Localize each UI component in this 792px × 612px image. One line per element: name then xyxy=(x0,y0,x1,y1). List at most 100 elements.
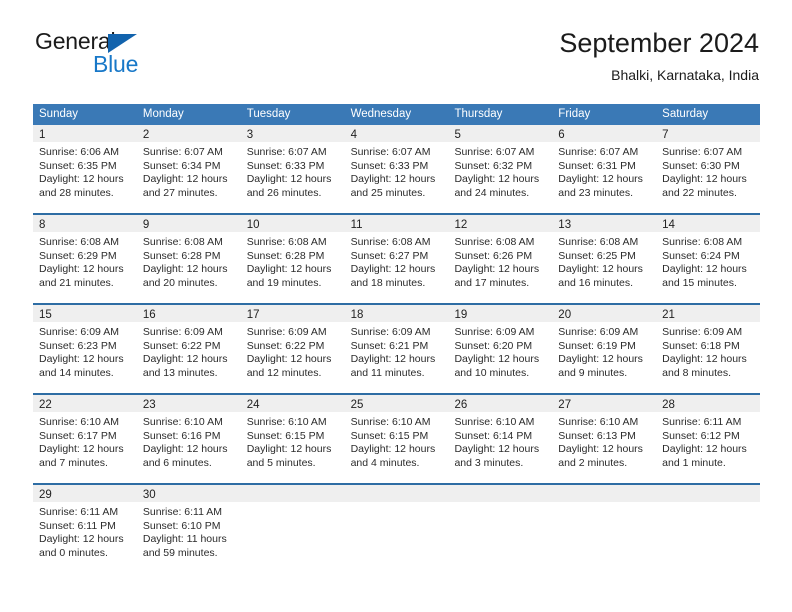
day-cell[interactable]: 5 Sunrise: 6:07 AM Sunset: 6:32 PM Dayli… xyxy=(448,125,553,213)
sunset-text: Sunset: 6:28 PM xyxy=(246,249,325,262)
day-number: 1 xyxy=(39,129,46,141)
day-cell[interactable]: 22 Sunrise: 6:10 AM Sunset: 6:17 PM Dayl… xyxy=(33,395,137,483)
day-details: Sunrise: 6:07 AM Sunset: 6:32 PM Dayligh… xyxy=(448,142,552,200)
day-cell[interactable]: 17 Sunrise: 6:09 AM Sunset: 6:22 PM Dayl… xyxy=(240,305,345,393)
day-number-strip xyxy=(344,485,449,502)
daylight-text-line2: and 5 minutes. xyxy=(246,456,316,469)
day-cell[interactable]: 21 Sunrise: 6:09 AM Sunset: 6:18 PM Dayl… xyxy=(656,305,761,393)
day-number: 9 xyxy=(142,219,150,231)
day-cell[interactable]: 27 Sunrise: 6:10 AM Sunset: 6:13 PM Dayl… xyxy=(552,395,657,483)
day-cell[interactable]: 12 Sunrise: 6:08 AM Sunset: 6:26 PM Dayl… xyxy=(448,215,553,303)
day-cell[interactable]: 14 Sunrise: 6:08 AM Sunset: 6:24 PM Dayl… xyxy=(656,215,761,303)
day-number-strip: 3 xyxy=(240,125,345,142)
day-details: Sunrise: 6:09 AM Sunset: 6:19 PM Dayligh… xyxy=(552,322,656,380)
daylight-text-line1: Daylight: 12 hours xyxy=(350,443,436,456)
day-cell[interactable]: 18 Sunrise: 6:09 AM Sunset: 6:21 PM Dayl… xyxy=(344,305,449,393)
sunrise-text: Sunrise: 6:09 AM xyxy=(454,326,535,338)
day-cell-empty xyxy=(448,485,553,571)
day-details: Sunrise: 6:09 AM Sunset: 6:20 PM Dayligh… xyxy=(448,322,552,380)
day-number: 2 xyxy=(142,129,150,141)
day-number-strip: 5 xyxy=(448,125,553,142)
daylight-text-line1: Daylight: 12 hours xyxy=(662,263,747,276)
day-number: 23 xyxy=(142,399,156,411)
daylight-text-line1: Daylight: 12 hours xyxy=(558,353,643,366)
day-cell[interactable]: 29 Sunrise: 6:11 AM Sunset: 6:11 PM Dayl… xyxy=(33,485,137,571)
day-number-strip: 11 xyxy=(344,215,449,232)
daylight-text-line1: Daylight: 12 hours xyxy=(558,443,643,456)
page-subtitle: Bhalki, Karnataka, India xyxy=(611,67,759,83)
sunset-text: Sunset: 6:27 PM xyxy=(350,249,429,262)
day-number-strip: 29 xyxy=(33,485,137,502)
daylight-text-line2: and 1 minute. xyxy=(662,456,726,469)
daylight-text-line2: and 2 minutes. xyxy=(558,456,628,469)
weekday-header-saturday: Saturday xyxy=(662,108,709,120)
general-blue-logo[interactable]: General Blue xyxy=(33,26,263,86)
day-cell[interactable]: 8 Sunrise: 6:08 AM Sunset: 6:29 PM Dayli… xyxy=(33,215,137,303)
day-number: 22 xyxy=(39,399,52,411)
sunrise-text: Sunrise: 6:08 AM xyxy=(454,236,535,248)
sunrise-text: Sunrise: 6:08 AM xyxy=(246,236,327,248)
day-number-strip: 22 xyxy=(33,395,137,412)
day-cell[interactable]: 25 Sunrise: 6:10 AM Sunset: 6:15 PM Dayl… xyxy=(344,395,449,483)
page-title: September 2024 xyxy=(559,28,759,58)
day-number-strip: 13 xyxy=(552,215,657,232)
day-cell[interactable]: 28 Sunrise: 6:11 AM Sunset: 6:12 PM Dayl… xyxy=(656,395,761,483)
day-cell[interactable]: 1 Sunrise: 6:06 AM Sunset: 6:35 PM Dayli… xyxy=(33,125,137,213)
day-details: Sunrise: 6:08 AM Sunset: 6:26 PM Dayligh… xyxy=(448,232,552,290)
daylight-text-line1: Daylight: 12 hours xyxy=(558,173,643,186)
day-number: 18 xyxy=(350,309,364,321)
day-cell[interactable]: 20 Sunrise: 6:09 AM Sunset: 6:19 PM Dayl… xyxy=(552,305,657,393)
day-cell[interactable]: 4 Sunrise: 6:07 AM Sunset: 6:33 PM Dayli… xyxy=(344,125,449,213)
weekday-header-row: Sunday Monday Tuesday Wednesday Thursday… xyxy=(33,104,760,125)
day-cell[interactable]: 24 Sunrise: 6:10 AM Sunset: 6:15 PM Dayl… xyxy=(240,395,345,483)
day-cell[interactable]: 3 Sunrise: 6:07 AM Sunset: 6:33 PM Dayli… xyxy=(240,125,345,213)
sunrise-text: Sunrise: 6:10 AM xyxy=(558,416,639,428)
day-cell[interactable]: 10 Sunrise: 6:08 AM Sunset: 6:28 PM Dayl… xyxy=(240,215,345,303)
daylight-text-line1: Daylight: 12 hours xyxy=(39,533,124,546)
day-cell[interactable]: 23 Sunrise: 6:10 AM Sunset: 6:16 PM Dayl… xyxy=(136,395,241,483)
sunset-text: Sunset: 6:33 PM xyxy=(246,159,325,172)
day-number: 24 xyxy=(246,399,260,411)
daylight-text-line2: and 27 minutes. xyxy=(142,186,218,199)
day-cell[interactable]: 6 Sunrise: 6:07 AM Sunset: 6:31 PM Dayli… xyxy=(552,125,657,213)
day-cell[interactable]: 26 Sunrise: 6:10 AM Sunset: 6:14 PM Dayl… xyxy=(448,395,553,483)
sunset-text: Sunset: 6:23 PM xyxy=(39,339,117,352)
sunset-text: Sunset: 6:16 PM xyxy=(142,429,221,442)
daylight-text-line2: and 28 minutes. xyxy=(39,186,114,199)
day-cell-empty xyxy=(656,485,761,571)
day-cell[interactable]: 30 Sunrise: 6:11 AM Sunset: 6:10 PM Dayl… xyxy=(136,485,241,571)
day-number-strip: 1 xyxy=(33,125,137,142)
day-number-strip: 27 xyxy=(552,395,657,412)
sunrise-text: Sunrise: 6:09 AM xyxy=(39,326,119,338)
day-number: 3 xyxy=(246,129,254,141)
day-cell[interactable]: 2 Sunrise: 6:07 AM Sunset: 6:34 PM Dayli… xyxy=(136,125,241,213)
week-row: 1 Sunrise: 6:06 AM Sunset: 6:35 PM Dayli… xyxy=(33,125,761,213)
daylight-text-line2: and 6 minutes. xyxy=(142,456,212,469)
day-details: Sunrise: 6:10 AM Sunset: 6:17 PM Dayligh… xyxy=(33,412,137,470)
day-number: 10 xyxy=(246,219,260,231)
day-cell[interactable]: 16 Sunrise: 6:09 AM Sunset: 6:22 PM Dayl… xyxy=(136,305,241,393)
day-details: Sunrise: 6:08 AM Sunset: 6:24 PM Dayligh… xyxy=(656,232,760,290)
daylight-text-line2: and 10 minutes. xyxy=(454,366,530,379)
daylight-text-line1: Daylight: 12 hours xyxy=(39,443,124,456)
day-number: 5 xyxy=(454,129,461,141)
day-number-strip: 7 xyxy=(656,125,761,142)
sunset-text: Sunset: 6:15 PM xyxy=(246,429,325,442)
day-cell[interactable]: 7 Sunrise: 6:07 AM Sunset: 6:30 PM Dayli… xyxy=(656,125,761,213)
day-cell[interactable]: 9 Sunrise: 6:08 AM Sunset: 6:28 PM Dayli… xyxy=(136,215,241,303)
day-cell[interactable]: 11 Sunrise: 6:08 AM Sunset: 6:27 PM Dayl… xyxy=(344,215,449,303)
sunset-text: Sunset: 6:15 PM xyxy=(350,429,429,442)
day-details: Sunrise: 6:11 AM Sunset: 6:12 PM Dayligh… xyxy=(656,412,760,470)
sunset-text: Sunset: 6:30 PM xyxy=(662,159,740,172)
sunrise-text: Sunrise: 6:11 AM xyxy=(142,506,223,518)
daylight-text-line2: and 7 minutes. xyxy=(39,456,108,469)
sunrise-text: Sunrise: 6:11 AM xyxy=(662,416,742,428)
day-cell[interactable]: 15 Sunrise: 6:09 AM Sunset: 6:23 PM Dayl… xyxy=(33,305,137,393)
daylight-text-line1: Daylight: 12 hours xyxy=(454,263,540,276)
day-cell[interactable]: 13 Sunrise: 6:08 AM Sunset: 6:25 PM Dayl… xyxy=(552,215,657,303)
day-number: 27 xyxy=(558,399,572,411)
calendar-grid: Sunday Monday Tuesday Wednesday Thursday… xyxy=(33,104,761,571)
sunrise-text: Sunrise: 6:10 AM xyxy=(39,416,119,428)
daylight-text-line2: and 15 minutes. xyxy=(662,276,737,289)
day-cell[interactable]: 19 Sunrise: 6:09 AM Sunset: 6:20 PM Dayl… xyxy=(448,305,553,393)
